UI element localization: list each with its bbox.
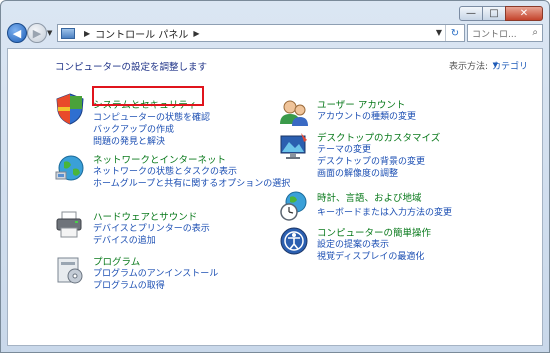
programs-icon [57, 257, 83, 284]
clock-globe-icon [280, 191, 307, 221]
control-panel-window: — □ ✕ ◀ ▶ ▼ ▶ コントロール パネル ▶ ▼ ↻ コントロ... ⌕… [0, 0, 550, 353]
view-by-dropdown-icon[interactable]: ▼ [493, 61, 498, 69]
link-adjust-resolution[interactable]: 画面の解像度の調整 [317, 166, 398, 179]
breadcrumb-separator-icon[interactable]: ▶ [193, 29, 199, 38]
link-change-keyboard-input[interactable]: キーボードまたは入力方法の変更 [317, 205, 452, 218]
search-input[interactable]: コントロ... ⌕ [467, 24, 543, 42]
forward-arrow-icon[interactable]: ▶ [27, 23, 47, 43]
desktop-icon [280, 133, 307, 159]
category-title-clock-language-region[interactable]: 時計、言語、および地域 [317, 190, 422, 204]
control-panel-icon [61, 27, 75, 39]
printer-icon [56, 211, 82, 238]
search-icon[interactable]: ⌕ [532, 27, 538, 38]
users-icon [280, 100, 308, 126]
main-content: コンピューターの設定を調整します 表示方法: カテゴリ ▼ システムとセキュリテ… [7, 48, 543, 346]
recent-pages-dropdown-icon[interactable]: ▼ [47, 29, 52, 37]
breadcrumb-control-panel[interactable]: コントロール パネル [95, 26, 188, 41]
refresh-icon[interactable]: ↻ [445, 25, 464, 41]
shield-icon [56, 93, 84, 125]
search-placeholder: コントロ... [472, 29, 517, 40]
minimize-icon[interactable]: — [459, 6, 483, 21]
view-by-label: 表示方法: [448, 62, 488, 72]
link-get-programs[interactable]: プログラムの取得 [93, 278, 165, 291]
back-arrow-icon[interactable]: ◀ [7, 23, 27, 43]
address-bar[interactable]: ▶ コントロール パネル ▶ ▼ ↻ [57, 24, 465, 42]
window-caption-buttons: — □ ✕ [459, 6, 543, 21]
address-dropdown-icon[interactable]: ▼ [436, 28, 442, 37]
link-find-fix-problems[interactable]: 問題の発見と解決 [93, 134, 165, 147]
network-globe-icon [55, 155, 84, 181]
link-homegroup-sharing[interactable]: ホームグループと共有に関するオプションの選択 [93, 176, 290, 189]
close-icon[interactable]: ✕ [505, 6, 543, 21]
link-optimize-visual-display[interactable]: 視覚ディスプレイの最適化 [317, 249, 424, 262]
highlight-box [92, 86, 204, 106]
breadcrumb-separator-icon[interactable]: ▶ [84, 29, 90, 38]
link-add-device[interactable]: デバイスの追加 [93, 233, 156, 246]
ease-of-access-icon [280, 227, 308, 255]
maximize-icon[interactable]: □ [482, 6, 506, 21]
page-title: コンピューターの設定を調整します [55, 62, 208, 73]
link-change-account-type[interactable]: アカウントの種類の変更 [317, 109, 416, 122]
navigation-bar: ◀ ▶ ▼ ▶ コントロール パネル ▶ ▼ ↻ コントロ... ⌕ [5, 23, 545, 45]
